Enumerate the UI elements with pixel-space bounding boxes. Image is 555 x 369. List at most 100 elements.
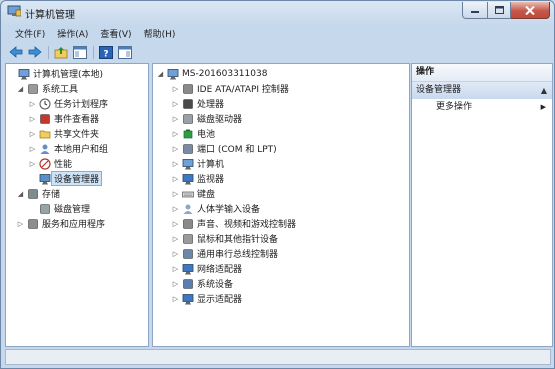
- collapsed-arrow-icon[interactable]: ▷: [28, 144, 37, 153]
- tree-node-label: 显示适配器: [197, 295, 243, 305]
- show-hide-tree-button[interactable]: [72, 45, 88, 60]
- usb-icon: [182, 248, 194, 260]
- collapsed-arrow-icon[interactable]: ▷: [28, 159, 37, 168]
- users-icon: [39, 143, 51, 155]
- display-adapter-icon: [182, 293, 194, 305]
- back-icon: [9, 46, 23, 58]
- event-viewer-icon: [39, 113, 51, 125]
- device-tree: ◢ MS-201603311038 ▷ IDE ATA/ATAPI 控制器 ▷ 处理器 ▷ 磁…: [153, 66, 409, 306]
- collapsed-arrow-icon[interactable]: ▷: [171, 114, 180, 123]
- expanded-arrow-icon[interactable]: ◢: [156, 69, 165, 78]
- tree-node-label: 声音、视频和游戏控制器: [197, 220, 297, 230]
- tree-node-label: IDE ATA/ATAPI 控制器: [197, 85, 289, 95]
- tree-node[interactable]: 计算机管理(本地): [6, 66, 148, 81]
- window-title: 计算机管理: [25, 10, 75, 21]
- tree-node[interactable]: ◢ MS-201603311038: [153, 66, 409, 81]
- tree-node[interactable]: ▷ 磁盘驱动器: [153, 111, 409, 126]
- tree-node[interactable]: ▷ 人体学输入设备: [153, 201, 409, 216]
- no-expander: [28, 174, 37, 183]
- menu-item[interactable]: 查看(V): [94, 27, 137, 40]
- hid-icon: [182, 203, 194, 215]
- tree-node-label: 磁盘管理: [54, 205, 91, 215]
- collapsed-arrow-icon[interactable]: ▷: [171, 264, 180, 273]
- tree-node[interactable]: ▷ 声音、视频和游戏控制器: [153, 216, 409, 231]
- console-icon: [118, 45, 132, 59]
- tree-node[interactable]: ▷ 本地用户和组: [6, 141, 148, 156]
- tree-node-label: 共享文件夹: [54, 130, 100, 140]
- tree-node[interactable]: ▷ 电池: [153, 126, 409, 141]
- help-button[interactable]: ?: [98, 45, 114, 60]
- actions-section-device-manager[interactable]: 设备管理器 ▲: [412, 82, 552, 99]
- tree-node[interactable]: ▷ 任务计划程序: [6, 96, 148, 111]
- collapse-up-icon: ▲: [540, 86, 547, 95]
- collapsed-arrow-icon[interactable]: ▷: [171, 129, 180, 138]
- up-folder-icon: [54, 46, 68, 58]
- console-button[interactable]: [117, 45, 133, 60]
- forward-button[interactable]: [27, 45, 43, 60]
- performance-icon: [39, 157, 51, 170]
- tree-node[interactable]: ▷ 网络适配器: [153, 261, 409, 276]
- tree-node[interactable]: ▷ 鼠标和其他指针设备: [153, 231, 409, 246]
- collapsed-arrow-icon[interactable]: ▷: [28, 114, 37, 123]
- collapsed-arrow-icon[interactable]: ▷: [171, 84, 180, 93]
- up-folder-button[interactable]: [53, 45, 69, 60]
- device-tree-pane[interactable]: ◢ MS-201603311038 ▷ IDE ATA/ATAPI 控制器 ▷ 处理器 ▷ 磁…: [152, 63, 410, 347]
- tree-node[interactable]: ▷ 系统设备: [153, 276, 409, 291]
- tree-node[interactable]: ▷ 显示适配器: [153, 291, 409, 306]
- back-button[interactable]: [8, 45, 24, 60]
- more-actions-item[interactable]: 更多操作 ▶: [412, 99, 552, 116]
- collapsed-arrow-icon[interactable]: ▷: [28, 129, 37, 138]
- actions-header: 操作: [412, 64, 552, 82]
- tree-node[interactable]: ▷ 键盘: [153, 186, 409, 201]
- no-expander: [28, 204, 37, 213]
- ide-controller-icon: [182, 83, 194, 95]
- collapsed-arrow-icon[interactable]: ▷: [171, 174, 180, 183]
- tree-node-label: 事件查看器: [54, 115, 100, 125]
- collapsed-arrow-icon[interactable]: ▷: [171, 99, 180, 108]
- maximize-icon: [494, 6, 504, 14]
- tree-node[interactable]: ▷ 处理器: [153, 96, 409, 111]
- network-adapter-icon: [182, 263, 194, 275]
- title-bar[interactable]: 计算机管理: [1, 1, 554, 23]
- tree-node[interactable]: ▷ 通用串行总线控制器: [153, 246, 409, 261]
- menu-item[interactable]: 操作(A): [51, 27, 94, 40]
- tree-node[interactable]: ▷ 共享文件夹: [6, 126, 148, 141]
- caption-buttons: [462, 2, 550, 19]
- tree-node[interactable]: ▷ 服务和应用程序: [6, 216, 148, 231]
- services-icon: [27, 218, 39, 230]
- menu-item[interactable]: 文件(F): [9, 27, 51, 40]
- collapsed-arrow-icon[interactable]: ▷: [171, 279, 180, 288]
- maximize-button[interactable]: [488, 2, 511, 19]
- tree-node[interactable]: ▷ 端口 (COM 和 LPT): [153, 141, 409, 156]
- tree-node-label: 计算机管理(本地): [33, 70, 104, 80]
- tree-node[interactable]: ◢ 系统工具: [6, 81, 148, 96]
- collapsed-arrow-icon[interactable]: ▷: [171, 294, 180, 303]
- computer-management-window: 计算机管理 文件(F) 操作(A) 查看(V) 帮助(H) ? 计算机管理(本地…: [0, 0, 555, 369]
- menu-item[interactable]: 帮助(H): [138, 27, 182, 40]
- navigation-tree-pane[interactable]: 计算机管理(本地) ◢ 系统工具 ▷ 任务计划程序 ▷ 事件查看器 ▷ 共享文件夹 ▷ 本地用户和组…: [5, 63, 149, 347]
- close-button[interactable]: [511, 2, 550, 19]
- tree-node[interactable]: 设备管理器: [6, 171, 148, 186]
- collapsed-arrow-icon[interactable]: ▷: [171, 219, 180, 228]
- collapsed-arrow-icon[interactable]: ▷: [171, 234, 180, 243]
- tree-node-label: 任务计划程序: [54, 100, 109, 110]
- tree-node[interactable]: ◢ 存储: [6, 186, 148, 201]
- disk-drive-icon: [182, 113, 194, 125]
- collapsed-arrow-icon[interactable]: ▷: [171, 159, 180, 168]
- expanded-arrow-icon[interactable]: ◢: [16, 84, 25, 93]
- collapsed-arrow-icon[interactable]: ▷: [171, 144, 180, 153]
- collapsed-arrow-icon[interactable]: ▷: [16, 219, 25, 228]
- tree-node-label: 通用串行总线控制器: [197, 250, 279, 260]
- tree-node[interactable]: 磁盘管理: [6, 201, 148, 216]
- tree-node[interactable]: ▷ 事件查看器: [6, 111, 148, 126]
- collapsed-arrow-icon[interactable]: ▷: [171, 249, 180, 258]
- collapsed-arrow-icon[interactable]: ▷: [28, 99, 37, 108]
- collapsed-arrow-icon[interactable]: ▷: [171, 204, 180, 213]
- tree-node[interactable]: ▷ 监视器: [153, 171, 409, 186]
- minimize-button[interactable]: [462, 2, 488, 19]
- tree-node[interactable]: ▷ 性能: [6, 156, 148, 171]
- collapsed-arrow-icon[interactable]: ▷: [171, 189, 180, 198]
- tree-node[interactable]: ▷ IDE ATA/ATAPI 控制器: [153, 81, 409, 96]
- expanded-arrow-icon[interactable]: ◢: [16, 189, 25, 198]
- tree-node[interactable]: ▷ 计算机: [153, 156, 409, 171]
